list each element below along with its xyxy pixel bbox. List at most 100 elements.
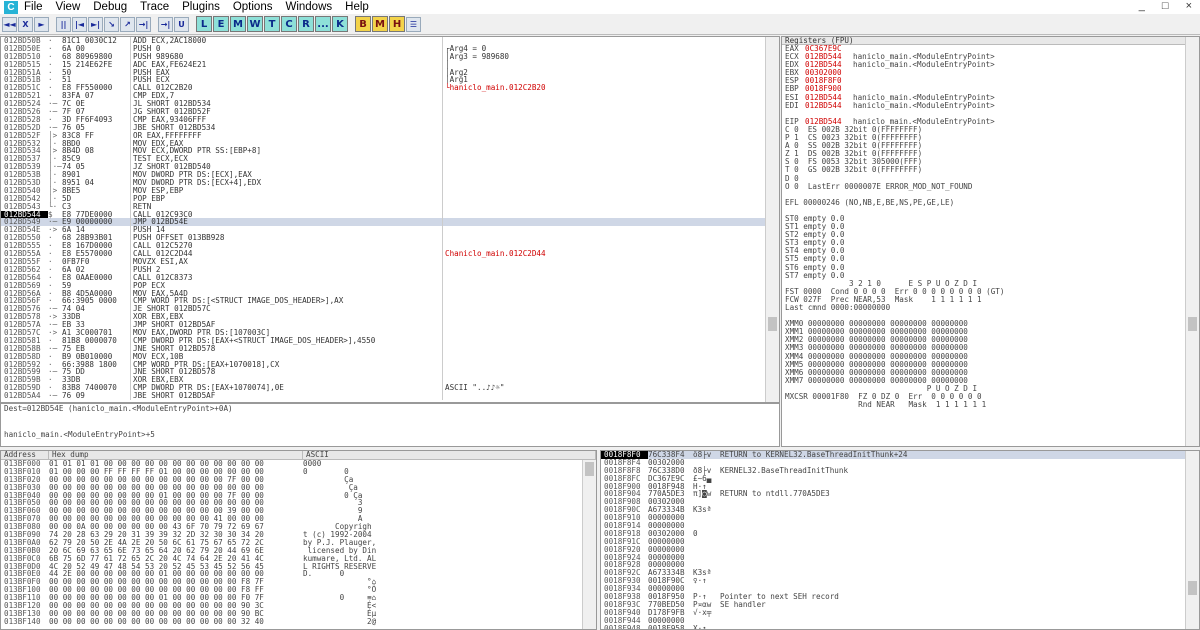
registers-pane[interactable]: Registers (FPU) EAX 0C367E9C ECX 012BD544 ha… [781,36,1200,447]
stack-row[interactable]: 0018F910 00000000 [601,514,1199,522]
list-icon[interactable]: ☰ [406,16,421,32]
disasm-row[interactable]: 012BD50B · 81C1 0030C12 ADD ECX,2AC18000 [1,37,767,45]
stack-row[interactable]: 0018F924 00000000 [601,553,1199,562]
window-button-W[interactable]: W [247,16,263,32]
register-value[interactable]: 012BD544 [805,101,853,110]
disasm-row[interactable]: 012BD569 · 59 POP ECX [1,281,767,290]
column-header-hex[interactable]: Hex dump [49,451,303,459]
stack-row[interactable]: 0018F944 00000000 [601,616,1199,625]
disasm-row[interactable]: 012BD53D │· 8951 04 MOV DWORD PTR DS:[ECX+4… [1,179,767,187]
register-row[interactable]: EBX 00302000 [782,69,1199,77]
scroll-thumb[interactable] [585,462,594,476]
disasm-row[interactable]: 012BD528 · 3D FF6F4093 CMP EAX,93406FFF [1,116,767,124]
window-button-K[interactable]: K [332,16,348,32]
toolbar-button[interactable]: ►| [88,16,103,32]
disasm-row[interactable]: 012BD5A4 ·─ 76 09 JBE SHORT 012BD5AF [1,392,767,400]
window-button-E[interactable]: E [213,16,229,32]
stack-row[interactable]: 0018F8F4 00302000 [601,458,1199,467]
registers-scrollbar[interactable] [1185,37,1199,446]
disasm-row[interactable]: 012BD555 · E8 167D0000 CALL 012C5270 [1,242,767,251]
disasm-row[interactable]: 012BD51C · E8 FF550000 CALL 012C2B20 └hanicl… [1,84,767,93]
toolbar-button[interactable]: ↗ [120,16,135,32]
stack-row[interactable]: 0018F908 00302000 [601,498,1199,506]
minimize-button[interactable]: _ [1139,0,1145,12]
register-row[interactable]: ESP 0018F8F0 [782,77,1199,85]
cpu-disassembly-pane[interactable]: 012BD50B · 81C1 0030C12 ADD ECX,2AC18000 012… [0,36,780,403]
disasm-row[interactable]: 012BD537 │· 85C9 TEST ECX,ECX [1,155,767,164]
disasm-row[interactable]: 012BD57C ·> A1 3C000701 MOV EAX,DWORD PTR D… [1,329,767,337]
stack-row[interactable]: 0018F8FC DC367E9C £~6▄ [601,474,1199,483]
toolbar-button[interactable]: ↘ [104,16,119,32]
disasm-row[interactable]: 012BD59B · 33DB XOR EBX,EBX [1,376,767,385]
stack-row[interactable]: 0018F914 00000000 [601,522,1199,530]
register-row[interactable]: EDI 012BD544 haniclo_main.<ModuleEntryPoin… [782,101,1199,110]
stack-row[interactable]: 0018F930 0018F90C ♀·↑ [601,577,1199,585]
disasm-row[interactable]: 012BD564 · E8 0AAE0000 CALL 012C8373 [1,273,767,282]
column-header-ascii[interactable]: ASCII [303,451,596,459]
disasm-row[interactable]: 012BD524 ·─ 7C 0E JL SHORT 012BD534 [1,100,767,109]
disasm-row[interactable]: 012BD599 ·─ 75 DD JNE SHORT 012BD578 [1,368,767,377]
disasm-row[interactable]: 012BD53B │· 8901 MOV DWORD PTR DS:[ECX],EAX [1,171,767,180]
scroll-thumb[interactable] [768,317,777,331]
register-row[interactable]: EDX 012BD544 haniclo_main.<ModuleEntryPoin… [782,61,1199,69]
menu-file[interactable]: File [24,1,43,13]
disasm-row[interactable]: 012BD54E ·> 6A 14 PUSH 14 [1,226,767,235]
toolbar-button[interactable]: X [18,16,33,32]
disasm-row[interactable]: 012BD52F │> 83C8 FF OR EAX,FFFFFFFF [1,131,767,140]
scroll-thumb[interactable] [1188,581,1197,595]
disasm-row[interactable]: 012BD59D · 83B8 7400070 CMP DWORD PTR DS:[E… [1,384,767,393]
toolbar-button[interactable]: ► [34,16,49,32]
stack-row[interactable]: 0018F8F0 76C338F4 ô8├v RETURN to KERNEL32.B… [601,451,1199,459]
disasm-row[interactable]: 012BD534 │> 8B4D 08 MOV ECX,DWORD PTR SS:[E… [1,147,767,156]
column-header-address[interactable]: Address [1,451,49,459]
window-button-L[interactable]: L [196,16,212,32]
dump-row[interactable]: 013BF140 00 00 00 00 00 00 00 00 00 00 00… [1,617,596,626]
memory-dump-pane[interactable]: Address Hex dump ASCII 013BF000 01 01 01 … [0,450,597,630]
toolbar-button[interactable]: U [174,16,189,32]
stack-row[interactable]: 0018F934 00000000 [601,585,1199,593]
disasm-scrollbar[interactable] [765,37,779,402]
menu-windows[interactable]: Windows [285,1,332,13]
disasm-row[interactable]: 012BD532 │· 8BD0 MOV EDX,EAX [1,139,767,148]
menu-options[interactable]: Options [233,1,273,13]
window-button-H[interactable]: H [389,16,405,32]
window-button-B[interactable]: B [355,16,371,32]
disasm-row[interactable]: 012BD515 · 15 214E62FE ADC EAX,FE624E21 │ [1,60,767,69]
toolbar-button[interactable]: ◄◄ [2,16,17,32]
disasm-row[interactable]: 012BD58B ·─ 75 EB JNE SHORT 012BD578 [1,344,767,353]
stack-row[interactable]: 0018F93C 770BED50 P¤αw SE handler [601,601,1199,609]
menu-plugins[interactable]: Plugins [182,1,220,13]
stack-row[interactable]: 0018F938 0018F950 P·↑ Pointer to next SEH r… [601,593,1199,601]
disasm-row[interactable]: 012BD581 · 81B8 0000070 CMP DWORD PTR DS:[E… [1,336,767,345]
disasm-row[interactable]: 012BD55F · 0FB7F0 MOVZX ESI,AX [1,258,767,266]
maximize-button[interactable]: □ [1162,0,1169,12]
disasm-row[interactable]: 012BD50E · 6A 00 PUSH 0 ┌Arg4 = 0 [1,44,767,53]
stack-row[interactable]: 0018F918 00302000 0 [601,530,1199,538]
window-button-dotsdotsdots[interactable]: ... [315,16,331,32]
disasm-row[interactable]: 012BD526 ·─ 7F 07 JG SHORT 012BD52F [1,108,767,116]
stack-pane[interactable]: 0018F8F0 76C338F4 ô8├v RETURN to KERNEL32.B… [600,450,1200,630]
stack-row[interactable]: 0018F928 00000000 [601,561,1199,569]
disasm-row[interactable]: 012BD51A · 50 PUSH EAX │Arg2 [1,68,767,77]
disasm-row[interactable]: 012BD51B · 51 PUSH ECX │Arg1 [1,76,767,85]
disasm-row[interactable]: 012BD57A ·─ EB 33 JMP SHORT 012BD5AF [1,321,767,329]
disasm-row[interactable]: 012BD592 · 66:3988 1800 CMP WORD PTR DS:[EA… [1,360,767,369]
stack-row[interactable]: 0018F904 770A5DE3 π]◙w RETURN to ntdll.770A… [601,490,1199,498]
menu-debug[interactable]: Debug [93,1,127,13]
disasm-row[interactable]: 012BD542 │· 5D POP EBP [1,194,767,203]
stack-row[interactable]: 0018F8F8 76C338D0 ð8├v KERNEL32.BaseThreadI… [601,466,1199,475]
stack-row[interactable]: 0018F920 00000000 [601,545,1199,554]
disasm-row[interactable]: 012BD550 · 68 28B93B01 PUSH OFFSET 013BB928 [1,234,767,243]
toolbar-button[interactable]: || [56,16,71,32]
disasm-row[interactable]: 012BD521 · 83FA 07 CMP EDX,7 [1,92,767,101]
dump-scrollbar[interactable] [582,460,596,629]
window-button-M[interactable]: M [230,16,246,32]
close-button[interactable]: × [1186,0,1192,12]
stack-row[interactable]: 0018F90C A673334B K3sª [601,506,1199,514]
disasm-row[interactable]: 012BD578 ·> 33DB XOR EBX,EBX [1,313,767,322]
stack-row[interactable]: 0018F948 0018F958 X·↑ [601,624,1199,629]
disasm-row[interactable]: 012BD55A · E8 E5570000 CALL 012C2D44 Chanicl… [1,250,767,258]
disasm-row[interactable]: 012BD510 · 68 80969800 PUSH 989680 │Arg3 = 9… [1,52,767,61]
stack-row[interactable]: 0018F900 0018F948 H·↑ [601,482,1199,491]
menu-view[interactable]: View [56,1,81,13]
